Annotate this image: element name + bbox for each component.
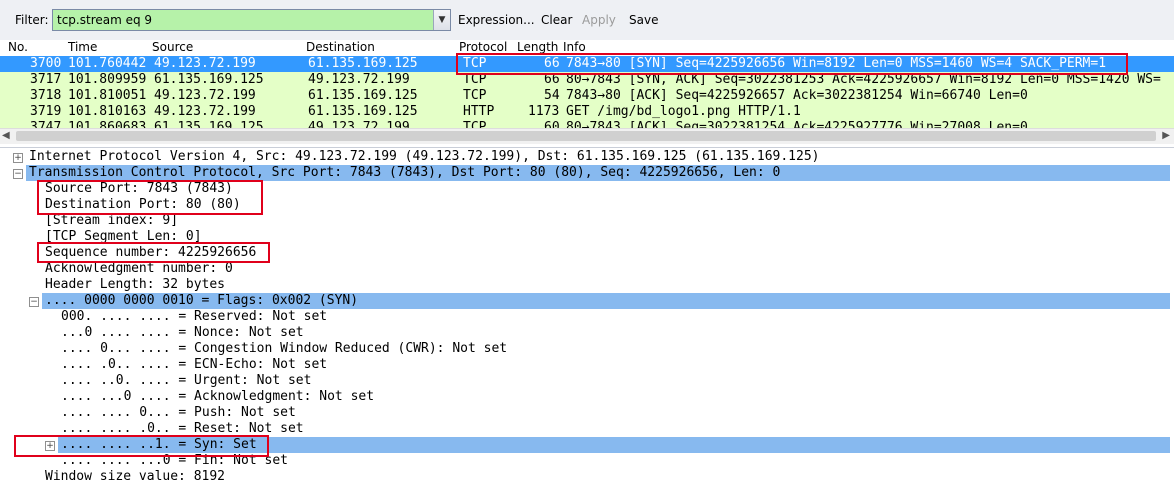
packet-source: 49.123.72.199 [154,104,256,119]
annotation-box-syn-info [456,53,1128,75]
tree-item-flag-push[interactable]: .... .... 0... = Push: Not set [61,405,296,421]
packet-source: 49.123.72.199 [154,56,256,71]
packet-time: 101.810163 [68,104,147,119]
collapse-icon[interactable]: − [13,169,23,179]
packet-row[interactable]: 3719 101.810163 49.123.72.199 61.135.169… [0,104,1174,120]
column-destination[interactable]: Destination [306,40,375,55]
packet-no: 3718 [30,88,62,103]
packet-protocol: HTTP [463,104,495,119]
tree-item-flag-reserved[interactable]: 000. .... .... = Reserved: Not set [61,309,327,325]
tree-item-flag-nonce[interactable]: ...0 .... .... = Nonce: Not set [61,325,304,341]
packet-destination: 61.135.169.125 [308,56,418,71]
tree-item-tcp[interactable]: Transmission Control Protocol, Src Port:… [29,165,780,181]
packet-row[interactable]: 3718 101.810051 49.123.72.199 61.135.169… [0,88,1174,104]
tree-item-ack-number[interactable]: Acknowledgment number: 0 [45,261,233,277]
tree-item-flag-ack[interactable]: .... ...0 .... = Acknowledgment: Not set [61,389,374,405]
annotation-box-sequence [37,242,270,263]
tree-item-flag-urgent[interactable]: .... ..0. .... = Urgent: Not set [61,373,311,389]
packet-time: 101.760442 [68,56,147,71]
packet-time: 101.810051 [68,88,147,103]
tree-item-flags[interactable]: .... 0000 0000 0010 = Flags: 0x002 (SYN) [45,293,358,309]
packet-destination: 49.123.72.199 [308,72,410,87]
chevron-down-icon[interactable]: ▼ [433,10,450,30]
packet-time: 101.809959 [68,72,147,87]
filter-text[interactable]: tcp.stream eq 9 [57,13,152,27]
column-time[interactable]: Time [68,40,97,55]
tree-item-stream-index[interactable]: [Stream index: 9] [45,213,178,229]
expression-button[interactable]: Expression... [458,13,535,27]
packet-length: 1173 [528,104,560,119]
packet-info: GET /img/bd_logo1.png HTTP/1.1 [566,104,801,119]
filter-label: Filter: [15,13,49,27]
collapse-icon[interactable]: − [29,297,39,307]
annotation-box-syn-flag [14,435,269,457]
tree-item-ipv4[interactable]: Internet Protocol Version 4, Src: 49.123… [29,149,820,165]
packet-protocol: TCP [463,88,487,103]
scrollbar-thumb[interactable] [16,131,1156,141]
scroll-left-icon[interactable]: ◀ [2,130,10,141]
packet-length: 54 [544,88,560,103]
column-no[interactable]: No. [8,40,28,55]
annotation-box-ports [37,180,263,215]
display-filter-input[interactable]: tcp.stream eq 9 ▼ [52,9,451,31]
filter-toolbar: Filter: tcp.stream eq 9 ▼ Expression... … [0,0,1174,41]
packet-destination: 61.135.169.125 [308,104,418,119]
packet-destination: 61.135.169.125 [308,88,418,103]
tree-item-flag-cwr[interactable]: .... 0... .... = Congestion Window Reduc… [61,341,507,357]
horizontal-scrollbar[interactable]: ◀ ▶ [0,128,1174,144]
packet-info: 7843→80 [ACK] Seq=4225926657 Ack=3022381… [566,88,1028,103]
tree-item-header-length[interactable]: Header Length: 32 bytes [45,277,225,293]
scroll-right-icon[interactable]: ▶ [1162,130,1170,141]
expand-icon[interactable]: + [13,153,23,163]
tree-item-flag-ecn-echo[interactable]: .... .0.. .... = ECN-Echo: Not set [61,357,327,373]
packet-no: 3717 [30,72,62,87]
packet-no: 3700 [30,56,62,71]
tree-item-window-size[interactable]: Window size value: 8192 [45,469,225,485]
packet-no: 3719 [30,104,62,119]
save-button[interactable]: Save [629,13,658,27]
column-source[interactable]: Source [152,40,193,55]
packet-source: 61.135.169.125 [154,72,264,87]
clear-button[interactable]: Clear [541,13,572,27]
packet-source: 49.123.72.199 [154,88,256,103]
apply-button[interactable]: Apply [582,13,616,27]
